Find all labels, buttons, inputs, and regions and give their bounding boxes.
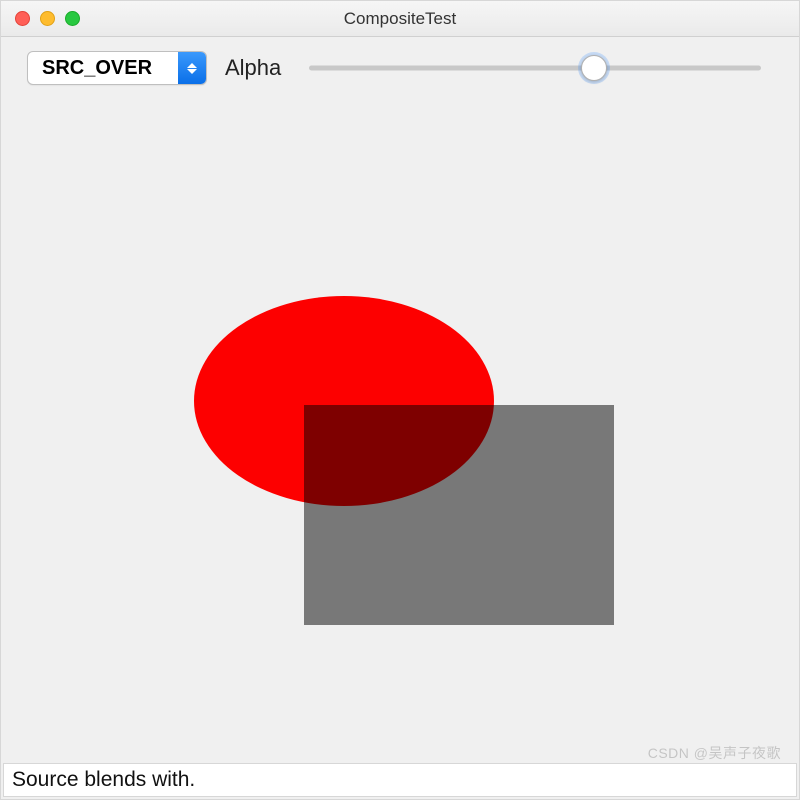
gray-rectangle-shape	[304, 405, 614, 625]
zoom-icon[interactable]	[65, 11, 80, 26]
composite-mode-select[interactable]: SRC_OVER	[27, 51, 207, 85]
status-text: Source blends with.	[12, 768, 195, 792]
chevron-up-icon	[187, 63, 197, 68]
titlebar: CompositeTest	[1, 1, 799, 37]
slider-thumb[interactable]	[581, 55, 607, 81]
chevron-down-icon	[187, 69, 197, 74]
composite-mode-value: SRC_OVER	[28, 52, 178, 84]
watermark-text: CSDN @吴声子夜歌	[648, 743, 781, 763]
alpha-slider-wrap	[299, 54, 779, 82]
dropdown-button[interactable]	[178, 52, 206, 84]
toolbar: SRC_OVER Alpha	[1, 37, 799, 99]
window-title: CompositeTest	[1, 9, 799, 29]
alpha-label: Alpha	[225, 55, 281, 81]
alpha-slider[interactable]	[309, 54, 761, 82]
window-controls	[1, 11, 80, 26]
close-icon[interactable]	[15, 11, 30, 26]
status-bar: Source blends with.	[3, 763, 797, 797]
minimize-icon[interactable]	[40, 11, 55, 26]
app-window: CompositeTest SRC_OVER Alpha Source blen…	[0, 0, 800, 800]
slider-track	[309, 66, 761, 71]
drawing-canvas	[1, 99, 799, 763]
